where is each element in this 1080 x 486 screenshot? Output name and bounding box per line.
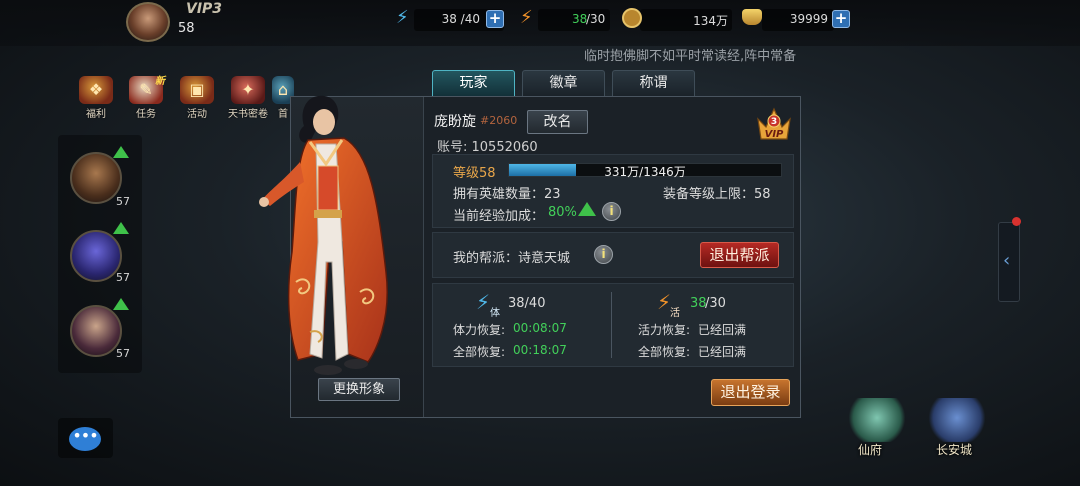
hero-slot-1[interactable] [70, 152, 122, 204]
gold-value: 39999 [789, 12, 828, 26]
tab-player[interactable]: 玩家 [432, 70, 515, 97]
shortcut-quest-label: 任务 [136, 109, 156, 120]
gift-icon: ❖ [79, 76, 113, 104]
gold-add-button[interactable]: + [832, 10, 850, 28]
upgrade-arrow-icon [113, 298, 129, 310]
vip-crown-icon: 3 VIP [757, 107, 791, 140]
copper-resource: 134万 [622, 8, 734, 31]
stamina-full-time: 00:18:07 [513, 343, 567, 357]
vigor-resource: ⚡ 38 /30 [520, 7, 612, 31]
vigor-max: /30 [586, 12, 606, 26]
vigor-icon: ⚡ [520, 7, 533, 28]
scrolling-announcement: 临时抱佛脚不如平时常读经,阵中常备 [584, 49, 797, 64]
upgrade-arrow-icon [113, 146, 129, 158]
notification-dot [1012, 217, 1021, 226]
stamina-full-label: 全部恢复: [453, 345, 506, 359]
character-portrait [259, 95, 388, 375]
shortcut-event[interactable]: ▣ 活动 [175, 76, 219, 120]
vigor-max-text: /30 [705, 296, 726, 311]
vip-text: VIP [765, 129, 784, 140]
vigor-recover-status: 已经回满 [698, 323, 747, 337]
exp-bonus-value: 80% [548, 205, 577, 220]
stamina-value-text: 38/40 [508, 296, 546, 311]
hero-slot-2[interactable] [70, 230, 122, 282]
rename-button[interactable]: 改名 [527, 110, 588, 134]
hero-count-text: 拥有英雄数量：23 [453, 187, 561, 202]
hero-1-level: 57 [116, 195, 130, 208]
chest-icon: ▣ [180, 76, 214, 104]
hero-2-level: 57 [116, 271, 130, 284]
shortcut-welfare-label: 福利 [86, 109, 106, 120]
stamina-recover-label: 体力恢复: [453, 323, 506, 337]
changan-label: 长安城 [936, 443, 973, 457]
player-id: #2060 [480, 114, 518, 127]
stamina-add-button[interactable]: + [486, 10, 504, 28]
change-appearance-button[interactable]: 更换形象 [318, 378, 400, 401]
quit-guild-button[interactable]: 退出帮派 [700, 242, 779, 268]
vip-level-badge: VIP3 [186, 1, 223, 17]
vigor-current: 38 [572, 12, 588, 26]
xianfu-map-icon[interactable] [846, 398, 908, 442]
vigor-recover-label: 活力恢复: [638, 323, 691, 337]
player-level-text: 58 [178, 21, 195, 36]
hero-3-level: 57 [116, 347, 130, 360]
vigor-bolt-icon: ⚡ [657, 290, 672, 314]
stamina-recover-time: 00:08:07 [513, 321, 567, 335]
stamina-char: 体 [490, 308, 500, 319]
stamina-value: 38 /40 [441, 12, 480, 26]
copper-value: 134万 [693, 14, 728, 28]
shortcut-welfare[interactable]: ❖ 福利 [74, 76, 118, 120]
exp-info-icon[interactable]: i [602, 202, 621, 221]
upgrade-arrow-icon [113, 222, 129, 234]
vigor-full-status: 已经回满 [698, 345, 747, 359]
account-number: 账号: 10552060 [437, 140, 538, 155]
level-label: 等级58 [453, 166, 496, 181]
gold-ingot-icon [742, 9, 762, 25]
exp-up-arrow-icon [578, 202, 596, 216]
vigor-char: 活 [670, 308, 680, 319]
exp-bonus-label: 当前经验加成： [453, 209, 545, 224]
guild-info-icon[interactable]: i [594, 245, 613, 264]
shortcut-event-label: 活动 [187, 109, 207, 120]
equip-limit-text: 装备等级上限：58 [663, 187, 771, 202]
guild-name-text: 我的帮派：诗意天城 [453, 251, 571, 266]
chat-bubble-icon[interactable]: ••• [69, 427, 101, 451]
energy-divider [611, 292, 612, 358]
xianfu-label: 仙府 [858, 443, 883, 457]
stamina-icon: ⚡ [396, 7, 409, 28]
stamina-bolt-icon: ⚡ [476, 290, 491, 314]
changan-map-icon[interactable] [926, 398, 988, 442]
copper-coin-icon [622, 8, 642, 28]
gold-resource: 39999 + [742, 9, 852, 31]
new-tag-badge: 新 [155, 76, 165, 87]
vip-number: 3 [771, 117, 777, 127]
vigor-full-label: 全部恢复: [638, 345, 691, 359]
tab-title[interactable]: 称谓 [612, 70, 695, 97]
logout-button[interactable]: 退出登录 [711, 379, 790, 406]
exp-progress-text: 331万/1346万 [604, 165, 686, 179]
tab-badge[interactable]: 徽章 [522, 70, 605, 97]
chevron-left-icon[interactable]: ‹ [1003, 250, 1010, 271]
hero-slot-3[interactable] [70, 305, 122, 357]
stamina-resource: ⚡ 38 /40 + [396, 7, 508, 31]
player-avatar[interactable] [126, 2, 170, 42]
player-name: 庞盼旋 [434, 114, 476, 130]
